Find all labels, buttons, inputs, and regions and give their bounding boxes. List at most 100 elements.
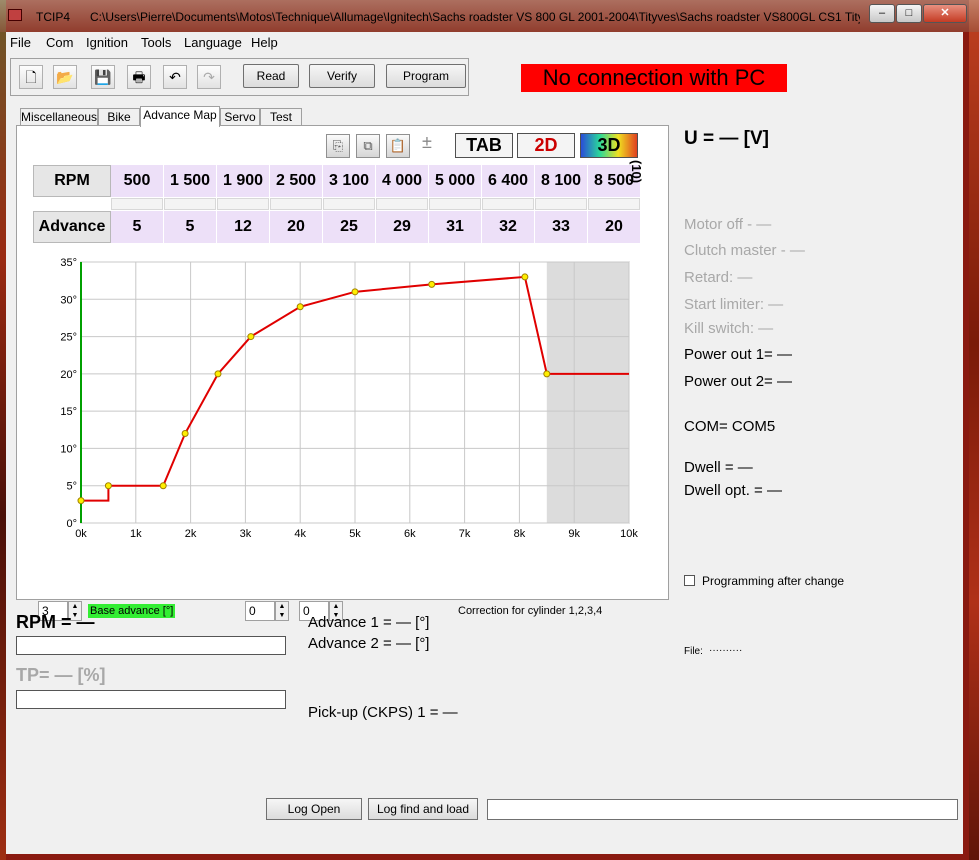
advance-point[interactable] (247, 333, 255, 341)
window-path: C:\Users\Pierre\Documents\Motos\Techniqu… (90, 10, 860, 24)
y-tick-label: 30° (60, 294, 77, 306)
advance-cell[interactable]: 20 (588, 211, 641, 243)
y-tick-label: 20° (60, 369, 77, 381)
maximize-icon[interactable]: □ (896, 4, 922, 23)
start-limiter-status: Start limiter: — (684, 296, 784, 313)
advance-cell[interactable]: 25 (323, 211, 376, 243)
programming-after-change-checkbox[interactable] (684, 575, 695, 586)
menu-language[interactable]: Language (184, 35, 242, 50)
title-bar[interactable]: TCIP4 C:\Users\Pierre\Documents\Motos\Te… (0, 0, 979, 32)
row-separator (111, 198, 640, 212)
tab-servo[interactable]: Servo (220, 108, 260, 126)
minimize-icon[interactable]: ‒ (869, 4, 895, 23)
paste-icon[interactable]: 📋 (386, 134, 410, 158)
advance-point[interactable] (181, 430, 189, 438)
rpm-row-header: RPM (33, 165, 111, 197)
y-tick-label: 0° (66, 518, 77, 530)
copy-icon[interactable]: ⎘ (326, 134, 350, 158)
tp-bar (16, 690, 286, 709)
separator-cell (164, 198, 216, 210)
advance-point[interactable] (428, 280, 436, 288)
rpm-cell[interactable]: 5 000 (429, 165, 482, 197)
advance-point[interactable] (543, 370, 551, 378)
log-open-button[interactable]: Log Open (266, 798, 362, 820)
rpm-bar (16, 636, 286, 655)
out-of-range-area (546, 262, 629, 523)
2d-view-button[interactable]: 2D (517, 133, 575, 158)
verify-button[interactable]: Verify (309, 64, 375, 88)
toolbar: 🗋 📂 💾 🖶 ↶ ↷ Read Verify Program (10, 58, 469, 96)
advance-point[interactable] (351, 288, 359, 296)
correction-input-1[interactable]: 0 (245, 601, 275, 621)
rpm-cell[interactable]: 4 000 (376, 165, 429, 197)
advance-cell[interactable]: 33 (535, 211, 588, 243)
rpm-cell[interactable]: 1 900 (217, 165, 270, 197)
point-count: (10) (629, 160, 644, 184)
x-tick-label: 9k (568, 528, 580, 540)
advance-cell[interactable]: 12 (217, 211, 270, 243)
power-out1-status: Power out 1= — (684, 346, 792, 363)
3d-view-button[interactable]: 3D (580, 133, 638, 158)
save-icon[interactable]: 💾 (91, 65, 115, 89)
menu-bar: File Com Ignition Tools Language Help (6, 32, 963, 52)
advance-point[interactable] (214, 370, 222, 378)
programming-after-change-label: Programming after change (702, 574, 845, 588)
separator-cell (111, 198, 163, 210)
redo-icon[interactable]: ↷ (197, 65, 221, 89)
menu-file[interactable]: File (10, 35, 31, 50)
advance-cell[interactable]: 5 (164, 211, 217, 243)
tab-advance-map[interactable]: Advance Map (140, 106, 220, 127)
rpm-cell[interactable]: 8 100 (535, 165, 588, 197)
duplicate-icon[interactable]: ⧉ (356, 134, 380, 158)
program-button[interactable]: Program (386, 64, 466, 88)
app-window: TCIP4 C:\Users\Pierre\Documents\Motos\Te… (0, 0, 979, 860)
motor-off-status: Motor off - — (684, 216, 772, 233)
y-tick-label: 25° (60, 332, 77, 344)
separator-cell (376, 198, 428, 210)
tab-test[interactable]: Test (260, 108, 302, 126)
menu-com[interactable]: Com (46, 35, 73, 50)
advance-cell[interactable]: 31 (429, 211, 482, 243)
tab-miscellaneous[interactable]: Miscellaneous (20, 108, 98, 126)
pickup-readout: Pick-up (CKPS) 1 = — (308, 704, 458, 721)
correction-stepper-1[interactable]: ▲ ▼ (275, 601, 289, 621)
close-icon[interactable]: ✕ (923, 4, 967, 23)
menu-tools[interactable]: Tools (141, 35, 171, 50)
separator-cell (482, 198, 534, 210)
menu-help[interactable]: Help (251, 35, 278, 50)
power-out2-status: Power out 2= — (684, 373, 792, 390)
new-file-icon[interactable]: 🗋 (19, 65, 43, 89)
print-icon[interactable]: 🖶 (127, 65, 151, 89)
menu-ignition[interactable]: Ignition (86, 35, 128, 50)
log-find-load-button[interactable]: Log find and load (368, 798, 478, 820)
rpm-cell[interactable]: 500 (111, 165, 164, 197)
rpm-cell[interactable]: 3 100 (323, 165, 376, 197)
separator-cell (588, 198, 640, 210)
separator-cell (270, 198, 322, 210)
advance-point[interactable] (521, 273, 529, 281)
advance-cell[interactable]: 20 (270, 211, 323, 243)
base-advance-label: Base advance [°] (88, 604, 176, 618)
advance-point[interactable] (104, 482, 112, 490)
x-tick-label: 5k (349, 528, 361, 540)
advance-point[interactable] (159, 482, 167, 490)
advance-cell[interactable]: 29 (376, 211, 429, 243)
client-area: File Com Ignition Tools Language Help 🗋 … (6, 32, 963, 854)
advance-point[interactable] (296, 303, 304, 311)
advance-chart[interactable]: 0k 1k 2k 3k 4k 5k 6k 7k 8k 9k 10k 0° 5° 10° 15° 20° 25° 3… (17, 246, 670, 566)
plus-minus-icon[interactable]: ± (422, 132, 432, 153)
log-path-field[interactable] (487, 799, 958, 820)
y-tick-label: 5° (66, 481, 77, 493)
undo-icon[interactable]: ↶ (163, 65, 187, 89)
tab-view-button[interactable]: TAB (455, 133, 513, 158)
open-folder-icon[interactable]: 📂 (53, 65, 77, 89)
rpm-cell[interactable]: 2 500 (270, 165, 323, 197)
rpm-cell[interactable]: 6 400 (482, 165, 535, 197)
advance-point[interactable] (77, 497, 85, 505)
advance-cell[interactable]: 32 (482, 211, 535, 243)
voltage-readout: U = — [V] (684, 128, 769, 149)
advance-cell[interactable]: 5 (111, 211, 164, 243)
tab-bike[interactable]: Bike (98, 108, 140, 126)
read-button[interactable]: Read (243, 64, 299, 88)
rpm-cell[interactable]: 1 500 (164, 165, 217, 197)
